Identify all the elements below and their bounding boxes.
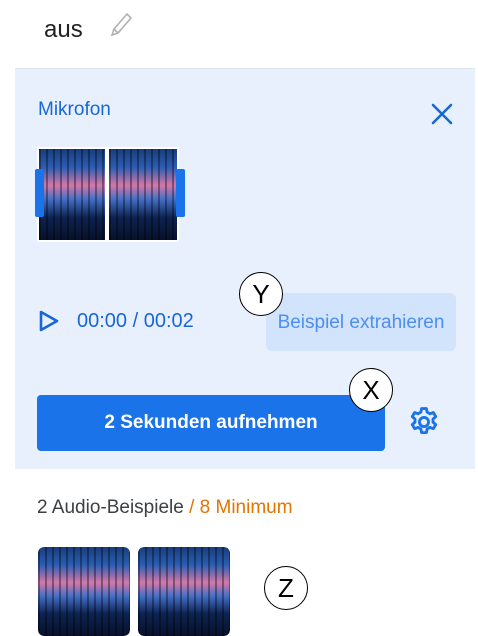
panel-title: Mikrofon [38,99,111,120]
annotation-z: Z [264,566,308,610]
play-icon[interactable] [38,309,60,333]
sample-thumbnail-2[interactable] [138,547,230,636]
extract-sample-button[interactable]: Beispiel extrahieren [266,293,456,351]
recording-spectrogram-left [37,147,107,242]
annotation-y: Y [239,272,283,316]
samples-minimum: / 8 Minimum [183,497,293,518]
close-icon[interactable] [429,101,455,127]
annotation-x: X [349,368,393,412]
microphone-panel: Mikrofon 00:00 / 00:02 Beispiel extrahie… [15,68,475,469]
record-button[interactable]: 2 Sekunden aufnehmen [37,395,385,451]
trim-handle-right[interactable] [176,169,185,217]
trim-handle-left[interactable] [35,169,44,217]
settings-icon[interactable] [407,405,441,439]
sample-thumbnail-1[interactable] [38,547,130,636]
class-name: aus [44,16,83,43]
playback-time: 00:00 / 00:02 [77,310,194,332]
edit-pencil-icon[interactable] [108,10,134,40]
recording-spectrogram-right [107,147,179,242]
samples-count: 2 Audio-Beispiele / 8 Minimum [37,497,293,518]
